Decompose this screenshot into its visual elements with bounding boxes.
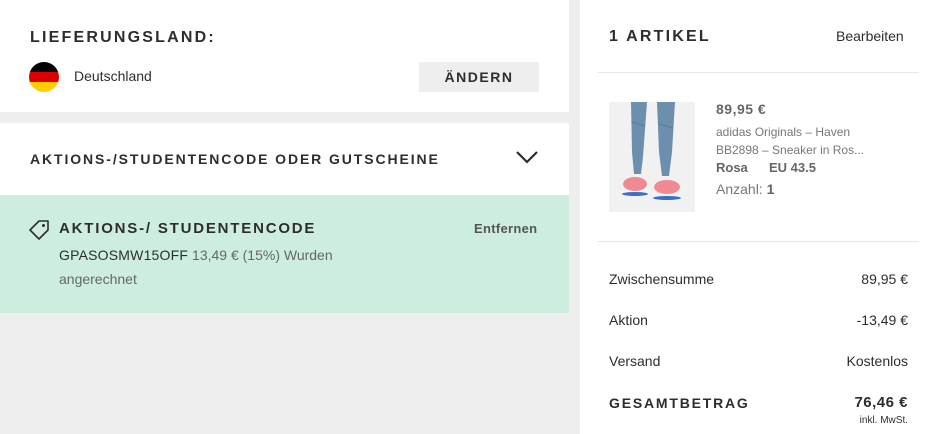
- delivery-country-title: LIEFERUNGSLAND:: [30, 29, 216, 46]
- applied-promo-code: GPASOSMW15OFF: [59, 247, 189, 263]
- subtotal-label: Zwischensumme: [609, 271, 715, 287]
- germany-flag-icon: [29, 62, 59, 92]
- product-name-link[interactable]: adidas Originals – Haven BB2898 – Sneake…: [716, 123, 896, 159]
- delivery-country-card: LIEFERUNGSLAND: Deutschland ÄNDERN: [0, 0, 569, 112]
- promo-discount-label: Aktion: [609, 312, 648, 328]
- product-quantity-value: 1: [766, 181, 775, 197]
- promo-code-accordion[interactable]: AKTIONS-/STUDENTENCODE ODER GUTSCHEINE: [0, 123, 569, 195]
- promo-code-accordion-title: AKTIONS-/STUDENTENCODE ODER GUTSCHEINE: [30, 151, 440, 167]
- applied-promo-discount: 13,49 € (15%) Wurden: [188, 247, 333, 263]
- product-price: 89,95 €: [716, 101, 767, 117]
- chevron-down-icon[interactable]: [515, 145, 539, 169]
- product-size: EU 43.5: [769, 160, 816, 175]
- shipping-label: Versand: [609, 353, 661, 369]
- remove-promo-code-link[interactable]: Entfernen: [474, 221, 537, 236]
- total-label: GESAMTBETRAG: [609, 395, 750, 411]
- product-quantity-label: Anzahl:: [716, 181, 763, 197]
- applied-promo-discount-continued: angerechnet: [59, 271, 137, 287]
- change-country-button[interactable]: ÄNDERN: [419, 62, 539, 92]
- shipping-value: Kostenlos: [846, 353, 908, 369]
- promo-discount-value: -13,49 €: [856, 312, 908, 328]
- divider: [598, 241, 919, 242]
- product-quantity: Anzahl: 1: [716, 181, 774, 197]
- divider: [598, 72, 919, 73]
- checkout-left-column: LIEFERUNGSLAND: Deutschland ÄNDERN AKTIO…: [0, 0, 569, 434]
- applied-promo-title: AKTIONS-/ STUDENTENCODE: [59, 220, 317, 237]
- order-summary-column: 1 ARTIKEL Bearbeiten 89,95 € adidas Orig…: [580, 0, 935, 434]
- vat-note: inkl. MwSt.: [859, 415, 908, 426]
- applied-promo-details: GPASOSMW15OFF 13,49 € (15%) Wurden: [59, 247, 333, 263]
- delivery-country-name: Deutschland: [74, 68, 152, 84]
- bag-items-title: 1 ARTIKEL: [609, 28, 711, 45]
- product-color: Rosa: [716, 160, 748, 175]
- subtotal-value: 89,95 €: [861, 271, 908, 287]
- edit-bag-link[interactable]: Bearbeiten: [836, 28, 904, 44]
- product-thumbnail[interactable]: [609, 102, 695, 212]
- total-value: 76,46 €: [854, 394, 908, 411]
- tag-icon: [29, 220, 49, 240]
